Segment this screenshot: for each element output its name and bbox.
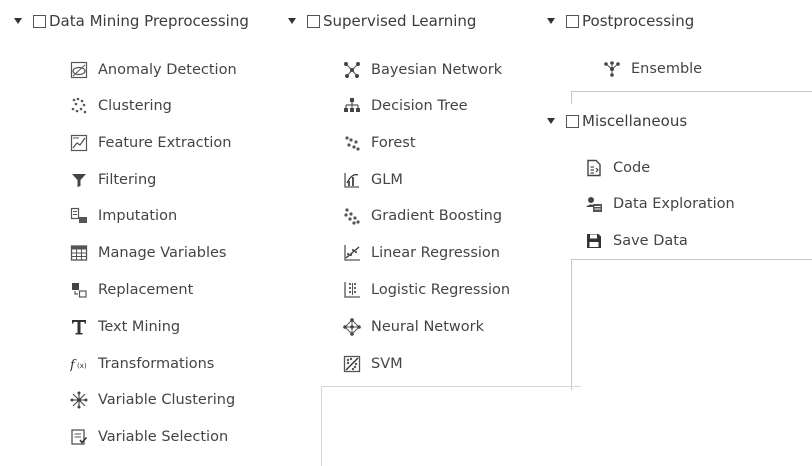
node-label: Feature Extraction (98, 135, 232, 151)
node-label: Ensemble (631, 61, 703, 77)
data-exploration-icon (585, 195, 603, 213)
postprocessing-checkbox[interactable] (566, 14, 579, 28)
node-label: Transformations (98, 356, 215, 372)
node-label: Gradient Boosting (371, 208, 503, 224)
node-label: Variable Selection (98, 429, 229, 445)
clustering-icon (70, 97, 88, 115)
preprocessing-checkbox[interactable] (33, 14, 46, 28)
node-feature-extraction[interactable]: Feature Extraction (70, 132, 231, 154)
node-label: GLM (371, 172, 403, 188)
feature-extraction-icon (70, 134, 88, 152)
node-label: Clustering (98, 98, 172, 114)
node-label: Forest (371, 135, 416, 151)
miscellaneous-panel-frame (571, 259, 812, 390)
node-label: Data Exploration (613, 196, 735, 212)
node-label: Variable Clustering (98, 392, 236, 408)
code-icon (585, 159, 603, 177)
text-mining-icon (70, 318, 88, 336)
transformations-icon: f (x) (70, 355, 88, 373)
node-label: Text Mining (98, 319, 181, 335)
postprocessing-panel-frame (571, 91, 812, 104)
group-label-postprocessing: Postprocessing (582, 12, 695, 30)
group-label-miscellaneous: Miscellaneous (582, 112, 688, 130)
node-variable-selection[interactable]: Variable Selection (70, 426, 228, 448)
node-variable-clustering[interactable]: Variable Clustering (70, 389, 235, 411)
node-gradient-boosting[interactable]: Gradient Boosting (343, 205, 502, 227)
group-header-miscellaneous[interactable]: Miscellaneous (547, 110, 687, 132)
node-label: Linear Regression (371, 245, 500, 261)
node-label: Code (613, 160, 651, 176)
bayesian-network-icon (343, 61, 361, 79)
svg-text:f: f (70, 358, 77, 373)
supervised-panel-bottom-border (321, 386, 581, 387)
node-label: Anomaly Detection (98, 62, 237, 78)
group-label-preprocessing: Data Mining Preprocessing (49, 12, 249, 30)
filter-icon (70, 171, 88, 189)
save-icon (585, 232, 603, 250)
anomaly-detection-icon (70, 61, 88, 79)
node-neural-network[interactable]: Neural Network (343, 316, 484, 338)
imputation-icon (70, 207, 88, 225)
node-code[interactable]: Code (585, 157, 650, 179)
group-header-postprocessing[interactable]: Postprocessing (547, 10, 694, 32)
node-clustering[interactable]: Clustering (70, 95, 172, 117)
node-imputation[interactable]: Imputation (70, 205, 177, 227)
caret-down-icon[interactable] (14, 18, 22, 24)
node-text-mining[interactable]: Text Mining (70, 316, 180, 338)
svm-icon (343, 355, 361, 373)
variable-selection-icon (70, 428, 88, 446)
miscellaneous-checkbox[interactable] (566, 114, 579, 128)
node-label: Replacement (98, 282, 194, 298)
node-label: Save Data (613, 233, 688, 249)
logistic-regression-icon (343, 281, 361, 299)
node-forest[interactable]: Forest (343, 132, 416, 154)
caret-down-icon[interactable] (547, 118, 555, 124)
node-linear-regression[interactable]: Linear Regression (343, 242, 500, 264)
manage-variables-icon (70, 244, 88, 262)
node-label: Decision Tree (371, 98, 468, 114)
node-ensemble[interactable]: Ensemble (603, 58, 702, 80)
decision-tree-icon (343, 97, 361, 115)
caret-down-icon[interactable] (547, 18, 555, 24)
node-label: SVM (371, 356, 403, 372)
forest-icon (343, 134, 361, 152)
gradient-boosting-icon (343, 207, 361, 225)
node-label: Manage Variables (98, 245, 227, 261)
svg-text:(x): (x) (77, 362, 87, 370)
node-transformations[interactable]: f (x) Transformations (70, 353, 214, 375)
linear-regression-icon (343, 244, 361, 262)
node-save-data[interactable]: Save Data (585, 230, 688, 252)
neural-network-icon (343, 318, 361, 336)
caret-down-icon[interactable] (288, 18, 296, 24)
node-bayesian-network[interactable]: Bayesian Network (343, 59, 502, 81)
supervised-panel-left-border (321, 386, 322, 466)
node-anomaly-detection[interactable]: Anomaly Detection (70, 59, 237, 81)
node-label: Filtering (98, 172, 157, 188)
node-replacement[interactable]: Replacement (70, 279, 193, 301)
group-label-supervised: Supervised Learning (323, 12, 477, 30)
glm-icon (343, 171, 361, 189)
node-label: Imputation (98, 208, 178, 224)
node-logistic-regression[interactable]: Logistic Regression (343, 279, 510, 301)
node-glm[interactable]: GLM (343, 169, 403, 191)
replacement-icon (70, 281, 88, 299)
group-header-preprocessing[interactable]: Data Mining Preprocessing (14, 10, 249, 32)
group-header-supervised[interactable]: Supervised Learning (288, 10, 476, 32)
node-data-exploration[interactable]: Data Exploration (585, 193, 735, 215)
node-svm[interactable]: SVM (343, 353, 403, 375)
node-decision-tree[interactable]: Decision Tree (343, 95, 468, 117)
supervised-checkbox[interactable] (307, 14, 320, 28)
node-filtering[interactable]: Filtering (70, 169, 156, 191)
variable-clustering-icon (70, 391, 88, 409)
node-label: Logistic Regression (371, 282, 511, 298)
node-label: Bayesian Network (371, 62, 503, 78)
node-manage-variables[interactable]: Manage Variables (70, 242, 226, 264)
ensemble-icon (603, 60, 621, 78)
node-label: Neural Network (371, 319, 484, 335)
